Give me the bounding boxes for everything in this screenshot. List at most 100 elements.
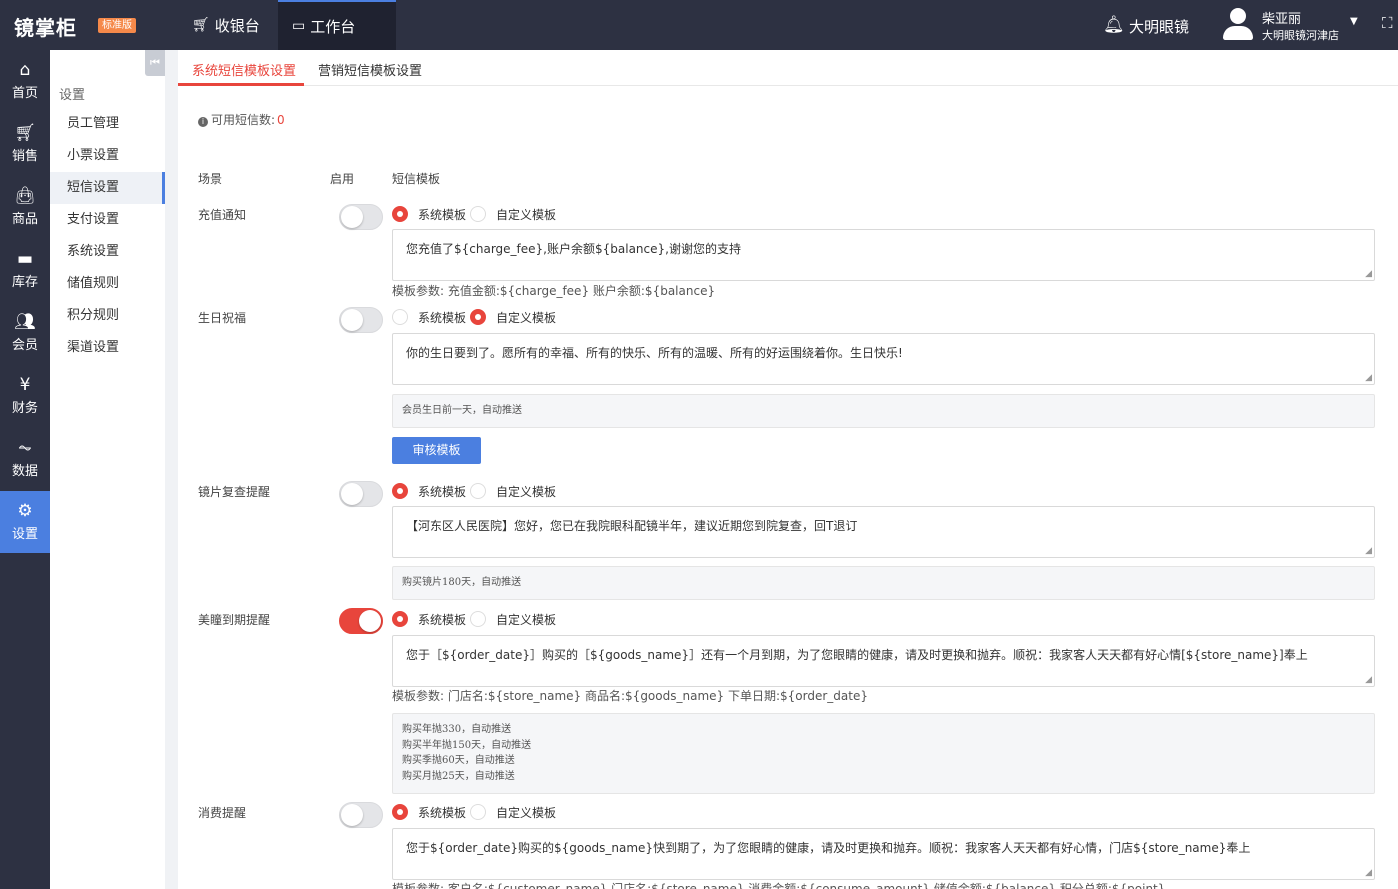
template-params: 模板参数: 门店名:${store_name} 商品名:${goods_name… [392,689,868,703]
template-text: 【河东区人民医院】您好，您已在我院眼科配镜半年，建议近期您到院复查，回T退订 [406,519,858,533]
template-textarea[interactable]: 【河东区人民医院】您好，您已在我院眼科配镜半年，建议近期您到院复查，回T退订 ◢ [392,506,1375,558]
home-icon: ⌂ [19,60,31,80]
cart-icon: 🛒︎ [14,123,36,143]
column-header-scene: 场景 [198,172,223,186]
template-params: 模板参数: 客户名:${customer_name} 门店名:${store_n… [392,882,1166,889]
resize-handle-icon[interactable]: ◢ [1365,546,1372,556]
scene-label: 消费提醒 [198,806,247,820]
resize-handle-icon[interactable]: ◢ [1365,675,1372,685]
custom-template-radio[interactable] [470,309,487,325]
template-type-radio-group: 系统模板 自定义模板 [392,803,560,821]
enable-toggle[interactable] [339,481,383,507]
users-icon: 👥︎ [14,312,36,332]
submenu-item-system[interactable]: 系统设置 [50,236,165,268]
template-textarea[interactable]: 你的生日要到了。愿所有的幸福、所有的快乐、所有的温暖、所有的好运围绕着你。生日快… [392,333,1375,385]
submenu-title: 设置 [59,88,86,103]
enable-toggle[interactable] [339,204,383,230]
nav-goods-label: 商品 [11,212,38,227]
bell-icon[interactable]: 🔔︎ [1103,15,1125,35]
nav-data[interactable]: ⏦ 数据 [0,428,50,490]
avatar[interactable] [1222,6,1254,42]
system-template-radio[interactable] [392,309,408,325]
nav-settings[interactable]: ⚙ 设置 [0,491,50,553]
nav-cashier[interactable]: 🛒︎ 收银台 [178,0,278,50]
user-name[interactable]: 柴亚丽 [1262,8,1301,27]
system-template-radio[interactable] [392,611,408,627]
nav-home[interactable]: ⌂ 首页 [0,50,50,112]
info-icon: i [198,117,208,127]
nav-inventory[interactable]: ▬ 库存 [0,239,50,301]
tab-system-sms[interactable]: 系统短信模板设置 [192,60,296,79]
caret-down-icon[interactable]: ▼ [1350,16,1358,27]
tab-marketing-sms[interactable]: 营销短信模板设置 [318,60,422,79]
custom-template-label: 自定义模板 [496,484,557,499]
nav-goods[interactable]: 👜︎ 商品 [0,176,50,238]
enable-toggle[interactable] [339,802,383,828]
submenu-item-receipt[interactable]: 小票设置 [50,140,165,172]
edition-badge: 标准版 [98,18,136,33]
gear-icon: ⚙ [17,501,33,521]
system-template-label: 系统模板 [418,207,467,222]
template-textarea[interactable]: 您于${order_date}购买的${goods_name}快到期了，为了您眼… [392,828,1375,880]
review-template-button[interactable]: 审核模板 [392,437,481,464]
column-header-template: 短信模板 [392,172,441,186]
custom-template-label: 自定义模板 [496,612,557,627]
system-template-label: 系统模板 [418,484,467,499]
yen-icon: ¥ [19,375,31,395]
push-rule-text: 购买镜片180天，自动推送 [402,577,522,588]
submenu-item-points[interactable]: 积分规则 [50,300,165,332]
collapse-icon[interactable]: ⏮ [145,50,165,76]
push-rule-line: 购买季抛60天，自动推送 [402,755,515,766]
submenu-item-sms[interactable]: 短信设置 [50,172,165,204]
template-text: 您于${order_date}购买的${goods_name}快到期了，为了您眼… [406,841,1251,855]
template-textarea[interactable]: 您充值了${charge_fee},账户余额${balance},谢谢您的支持 ◢ [392,229,1375,281]
brand-logo[interactable]: 镜掌柜 [14,12,77,41]
submenu-item-payment[interactable]: 支付设置 [50,204,165,236]
nav-cashier-label: 收银台 [214,16,260,35]
submenu-item-stored-value[interactable]: 储值规则 [50,268,165,300]
submenu-item-staff[interactable]: 员工管理 [50,108,165,140]
scene-label: 美瞳到期提醒 [198,613,271,627]
custom-template-radio[interactable] [470,483,487,499]
nav-members[interactable]: 👥︎ 会员 [0,302,50,364]
nav-sales[interactable]: 🛒︎ 销售 [0,113,50,175]
template-text: 你的生日要到了。愿所有的幸福、所有的快乐、所有的温暖、所有的好运围绕着你。生日快… [406,346,903,360]
template-params: 模板参数: 充值金额:${charge_fee} 账户余额:${balance} [392,284,716,298]
pulse-icon: ⏦ [18,438,32,458]
enable-toggle[interactable] [339,307,383,333]
resize-handle-icon[interactable]: ◢ [1365,373,1372,383]
push-rule-line: 购买年抛330，自动推送 [402,724,512,735]
nav-finance[interactable]: ¥ 财务 [0,365,50,427]
nav-data-label: 数据 [11,464,38,479]
push-rule-text: 会员生日前一天，自动推送 [402,405,522,416]
nav-workbench-label: 工作台 [310,17,356,36]
push-rule-note: 购买镜片180天，自动推送 [392,566,1375,600]
resize-handle-icon[interactable]: ◢ [1365,269,1372,279]
fullscreen-icon[interactable]: ⛶ [1382,14,1393,32]
nav-finance-label: 财务 [11,401,38,416]
monitor-icon: ▭ [292,18,306,34]
system-template-label: 系统模板 [418,310,467,325]
template-type-radio-group: 系统模板 自定义模板 [392,308,560,326]
nav-workbench[interactable]: ▭ 工作台 [278,0,396,50]
system-template-radio[interactable] [392,483,408,499]
nav-sales-label: 销售 [11,149,38,164]
push-rule-line: 购买半年抛150天，自动推送 [402,739,532,751]
enable-toggle[interactable] [339,608,383,634]
custom-template-radio[interactable] [470,804,487,820]
custom-template-label: 自定义模板 [496,805,557,820]
sms-count-value: 0 [277,113,285,127]
inbox-icon: ▬ [16,249,34,269]
system-template-radio[interactable] [392,804,408,820]
scene-label: 生日祝福 [198,311,247,325]
custom-template-radio[interactable] [470,611,487,627]
submenu-item-channel[interactable]: 渠道设置 [50,332,165,364]
settings-submenu: ⏮ 设置 员工管理 小票设置 短信设置 支付设置 系统设置 储值规则 积分规则 … [50,50,165,889]
resize-handle-icon[interactable]: ◢ [1365,868,1372,878]
system-template-radio[interactable] [392,206,408,222]
template-type-radio-group: 系统模板 自定义模板 [392,205,560,223]
scene-label: 充值通知 [198,208,247,222]
custom-template-radio[interactable] [470,206,487,222]
store-switcher[interactable]: 大明眼镜 [1129,16,1189,37]
template-textarea[interactable]: 您于［${order_date}］购买的［${goods_name}］还有一个月… [392,635,1375,687]
